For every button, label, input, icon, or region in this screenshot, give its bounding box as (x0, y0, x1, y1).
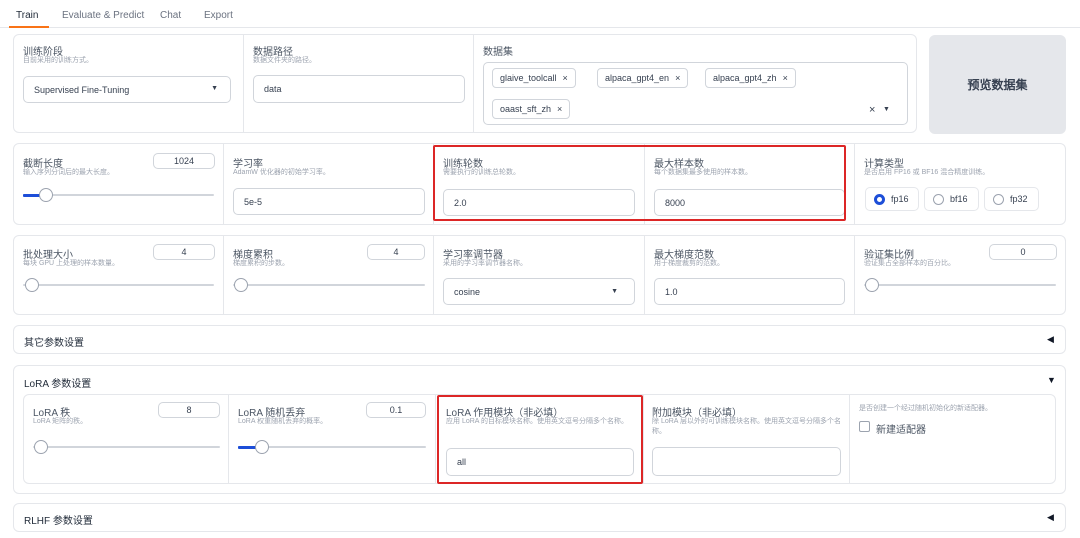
divider (643, 395, 644, 483)
new-adapter-label[interactable]: 新建适配器 (876, 421, 926, 436)
clear-all-icon[interactable]: × (869, 104, 875, 116)
max-grad-norm-info: 用于梯度裁剪的范数。 (654, 260, 724, 267)
divider (223, 236, 224, 314)
dataset-chip[interactable]: alpaca_gpt4_zh × (705, 68, 796, 88)
lr-info: AdamW 优化器的初始学习率。 (233, 169, 330, 176)
additional-target-info: 除 LoRA 层以外的可训练模块名称。使用英文逗号分隔多个名称。 (652, 418, 842, 435)
compute-type-info: 是否启用 FP16 或 BF16 混合精度训练。 (864, 169, 990, 176)
radio-bf16[interactable]: bf16 (924, 187, 979, 211)
chip-remove-icon[interactable]: × (563, 73, 568, 83)
rlhf-params-accordion[interactable] (13, 503, 1066, 532)
lora-dropout-info: LoRA 权重随机丢弃的概率。 (238, 418, 328, 425)
chevron-down-icon: ▼ (211, 85, 218, 92)
collapsed-triangle-icon[interactable]: ◀ (1047, 512, 1054, 523)
path-input[interactable]: data (253, 75, 465, 103)
max-grad-norm-value: 1.0 (665, 286, 678, 297)
chip-label: alpaca_gpt4_en (605, 73, 670, 83)
additional-target-input[interactable] (652, 447, 841, 476)
other-params-title: 其它参数设置 (24, 338, 84, 349)
lr-value: 5e-5 (244, 196, 263, 207)
preview-dataset-button[interactable]: 预览数据集 (929, 35, 1066, 134)
max-grad-norm-input[interactable]: 1.0 (654, 278, 845, 305)
tab-chat[interactable]: Chat (160, 10, 181, 21)
batch-size-slider-track[interactable] (23, 284, 214, 286)
batch-size-slider-handle[interactable] (25, 278, 39, 292)
stage-info: 目前采用的训练方式。 (23, 57, 93, 64)
tab-evaluate-predict[interactable]: Evaluate & Predict (62, 10, 144, 21)
cutoff-slider-handle[interactable] (39, 188, 53, 202)
tab-bar: Train Evaluate & Predict Chat Export (0, 0, 1080, 28)
radio-unselected-icon (933, 193, 944, 205)
divider (228, 395, 229, 483)
other-params-accordion[interactable] (13, 325, 1066, 354)
divider (433, 236, 434, 314)
chip-label: alpaca_gpt4_zh (713, 73, 777, 83)
batch-size-number-input[interactable]: 4 (153, 244, 215, 260)
grad-acc-slider-handle[interactable] (234, 278, 248, 292)
lora-rank-slider-handle[interactable] (34, 440, 48, 454)
new-adapter-info: 是否创建一个经过随机初始化的新适配器。 (859, 405, 992, 412)
radio-fp32[interactable]: fp32 (984, 187, 1039, 211)
lora-rank-info: LoRA 矩阵的秩。 (33, 418, 88, 425)
path-value: data (264, 84, 282, 94)
lora-dropout-number-input[interactable]: 0.1 (366, 402, 426, 418)
lora-rank-slider-track[interactable] (33, 446, 220, 448)
chip-remove-icon[interactable]: × (783, 73, 788, 83)
new-adapter-checkbox[interactable] (859, 421, 870, 432)
scheduler-value: cosine (454, 286, 481, 297)
chip-remove-icon[interactable]: × (557, 104, 562, 114)
divider (854, 144, 855, 224)
divider (849, 395, 850, 483)
radio-fp16[interactable]: fp16 (865, 187, 919, 211)
expanded-triangle-icon[interactable]: ▼ (1047, 375, 1056, 385)
stage-value: Supervised Fine-Tuning (34, 84, 130, 95)
rlhf-params-title: RLHF 参数设置 (24, 516, 93, 527)
collapsed-triangle-icon[interactable]: ◀ (1047, 334, 1054, 345)
scheduler-select[interactable]: cosine ▼ (443, 278, 635, 305)
dataset-chip[interactable]: oaast_sft_zh × (492, 99, 571, 119)
chip-remove-icon[interactable]: × (675, 73, 680, 83)
radio-label: fp32 (1010, 194, 1028, 204)
val-size-info: 验证集占全部样本的百分比。 (864, 260, 955, 267)
divider (243, 35, 244, 132)
grad-acc-slider-track[interactable] (233, 284, 425, 286)
path-info: 数据文件夹的路径。 (253, 57, 316, 64)
divider (435, 395, 436, 483)
highlight-box (433, 145, 846, 221)
chevron-down-icon[interactable]: ▼ (883, 106, 890, 113)
divider (473, 35, 474, 132)
scheduler-info: 采用的学习率调节器名称。 (443, 260, 527, 267)
tab-train[interactable]: Train (16, 10, 38, 21)
active-tab-indicator (9, 26, 49, 28)
chevron-down-icon: ▼ (611, 288, 618, 295)
dataset-chip[interactable]: alpaca_gpt4_en × (597, 68, 689, 88)
grad-acc-number-input[interactable]: 4 (367, 244, 425, 260)
radio-unselected-icon (993, 193, 1004, 205)
lora-rank-number-input[interactable]: 8 (158, 402, 220, 418)
chip-label: oaast_sft_zh (500, 104, 552, 114)
dataset-chip[interactable]: glaive_toolcall × (492, 68, 576, 88)
val-size-slider-track[interactable] (864, 284, 1056, 286)
divider (644, 236, 645, 314)
val-size-number-input[interactable]: 0 (989, 244, 1057, 260)
tab-export[interactable]: Export (204, 10, 233, 21)
cutoff-number-input[interactable]: 1024 (153, 153, 215, 169)
cutoff-info: 输入序列分词后的最大长度。 (23, 169, 114, 176)
val-size-slider-handle[interactable] (865, 278, 879, 292)
divider (223, 144, 224, 224)
chip-label: glaive_toolcall (500, 73, 557, 83)
batch-size-info: 每块 GPU 上处理的样本数量。 (23, 260, 120, 267)
radio-selected-icon (874, 193, 885, 205)
stage-select[interactable]: Supervised Fine-Tuning ▼ (23, 76, 231, 103)
grad-acc-info: 梯度累积的步数。 (233, 260, 289, 267)
divider (854, 236, 855, 314)
lora-params-title[interactable]: LoRA 参数设置 (24, 375, 91, 390)
dataset-label: 数据集 (483, 47, 513, 58)
lora-dropout-slider-handle[interactable] (255, 440, 269, 454)
radio-label: fp16 (891, 194, 909, 204)
radio-label: bf16 (950, 194, 968, 204)
highlight-box (437, 395, 643, 484)
lr-input[interactable]: 5e-5 (233, 188, 425, 215)
